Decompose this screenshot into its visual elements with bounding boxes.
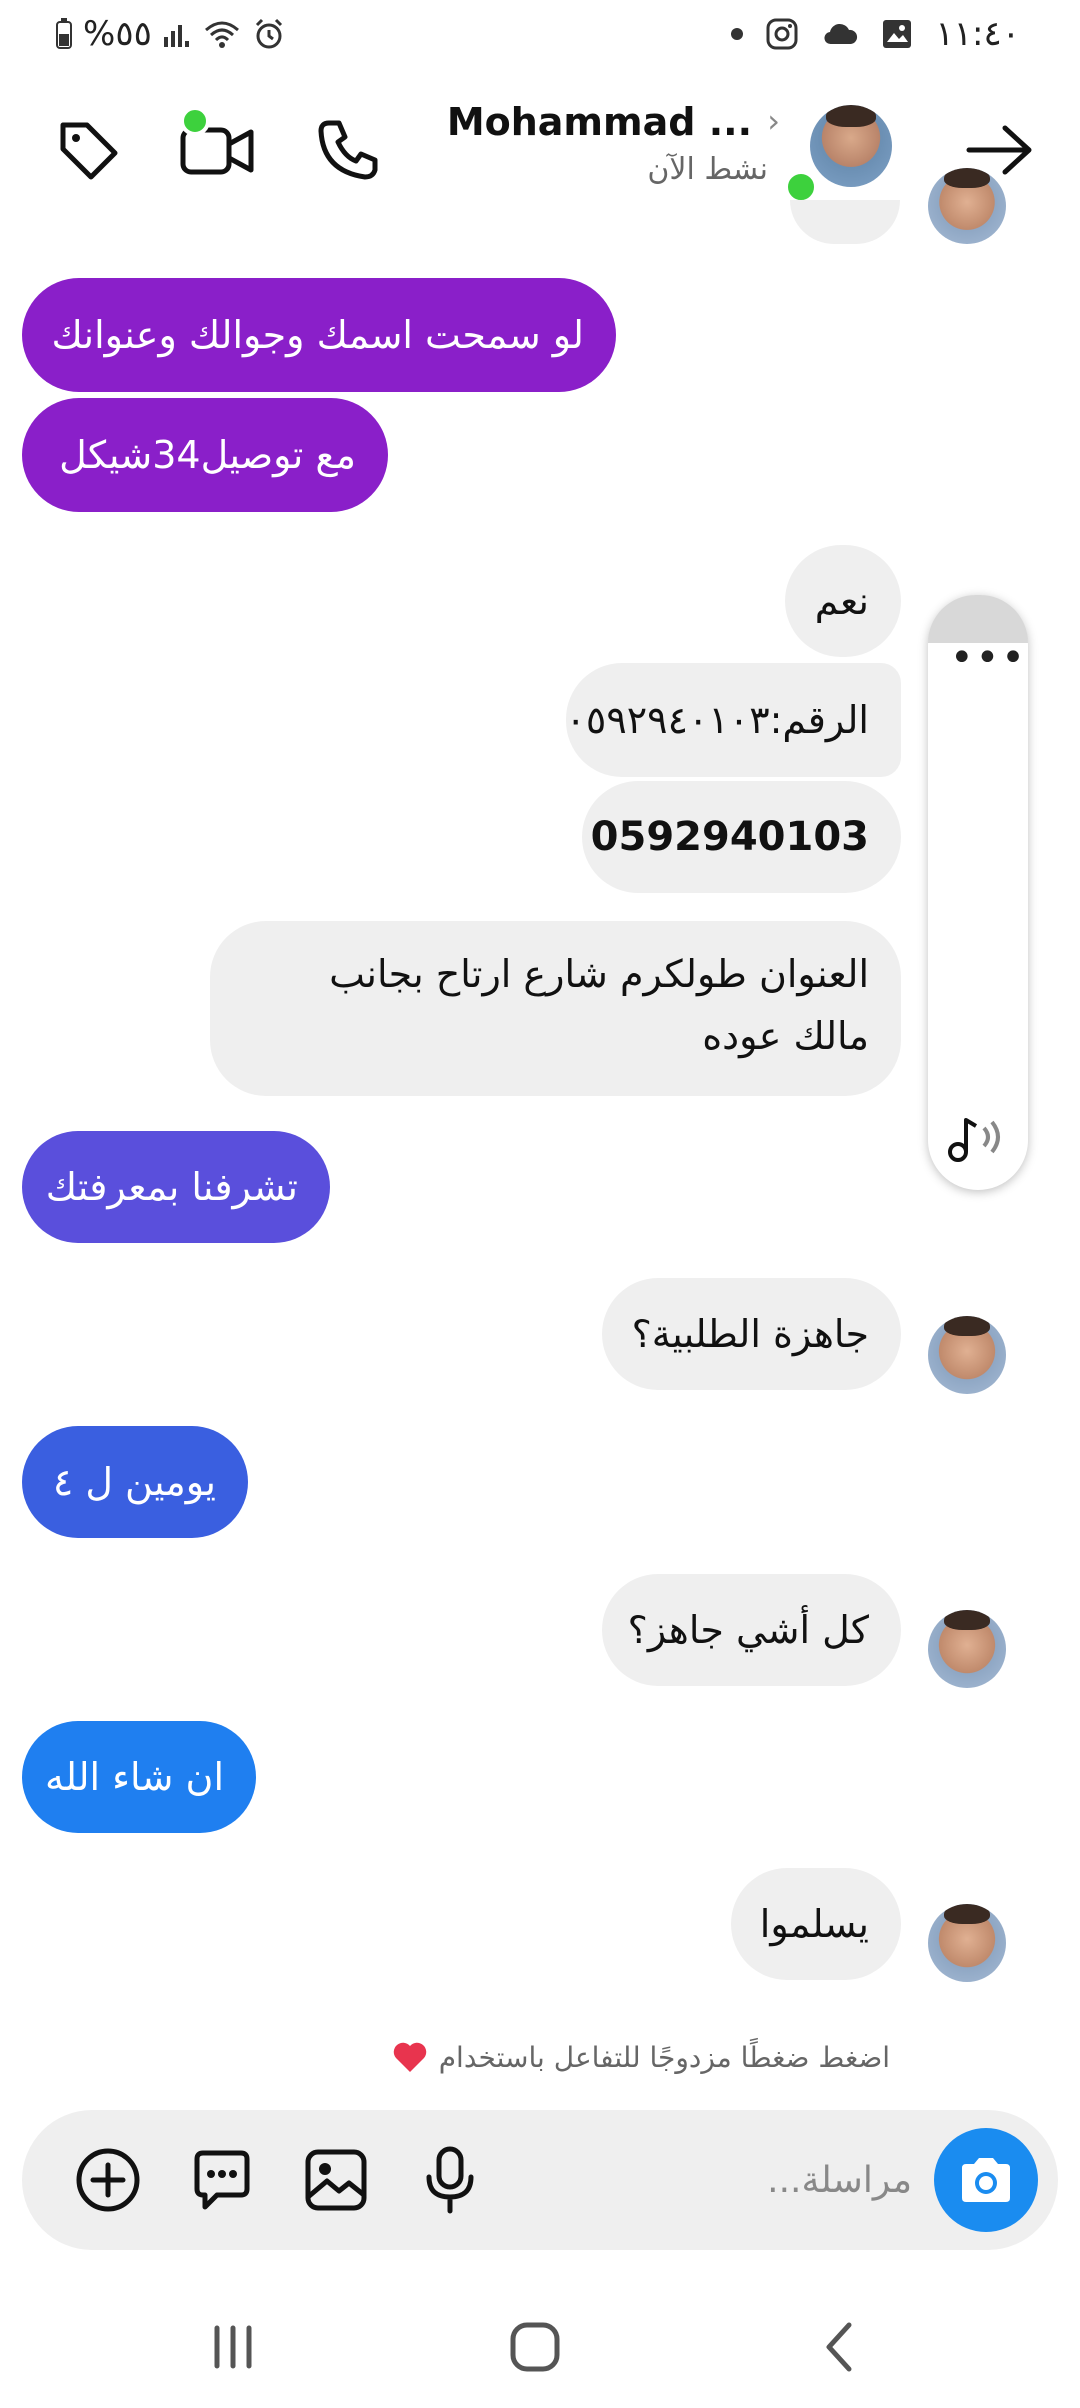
phone-call-icon[interactable] — [308, 110, 388, 190]
heart-icon — [393, 2042, 426, 2072]
battery-icon — [56, 18, 72, 49]
chevron-right-icon[interactable]: › — [767, 102, 780, 140]
message-bubble-incoming[interactable]: العنوان طولكرم شارع ارتاح بجانب مالك عود… — [210, 921, 901, 1096]
message-input[interactable] — [612, 2148, 912, 2212]
notification-dot-icon — [731, 28, 744, 40]
battery-percent: %٥٥ — [83, 14, 152, 54]
contact-avatar[interactable] — [810, 105, 892, 187]
home-icon[interactable] — [490, 2312, 580, 2382]
tag-icon[interactable] — [48, 110, 128, 190]
microphone-icon[interactable] — [414, 2144, 486, 2216]
chat-menu-icon[interactable] — [186, 2144, 258, 2216]
message-bubble-incoming[interactable]: 0592940103 — [582, 781, 901, 893]
message-bubble-outgoing[interactable]: ان شاء الله — [22, 1721, 256, 1833]
camera-icon — [962, 2158, 1010, 2202]
audio-wave-icon[interactable] — [946, 1110, 1010, 1168]
status-bar: %٥٥ ١١:٤٠ — [0, 0, 1080, 72]
message-bubble-outgoing[interactable]: يومين ل ٤ — [22, 1426, 248, 1538]
sender-avatar[interactable] — [928, 1610, 1006, 1688]
message-text: لو سمحت اسمك وجوالك وعنوانك — [51, 313, 584, 357]
wifi-icon — [204, 21, 239, 48]
alarm-icon — [255, 18, 282, 49]
gallery-notif-icon — [883, 20, 912, 48]
clock: ١١:٤٠ — [935, 14, 1020, 54]
cropped-bubble — [790, 200, 900, 244]
message-text: 0592940103 — [590, 814, 869, 860]
message-bubble-outgoing[interactable]: مع توصيل34شيكل — [22, 398, 388, 512]
contact-name[interactable]: Mohammad ... — [447, 100, 752, 144]
recent-apps-icon[interactable] — [188, 2312, 278, 2382]
cropped-avatar — [928, 168, 1006, 244]
contact-status: نشط الآن — [647, 152, 768, 187]
floating-side-panel[interactable]: ••• — [928, 595, 1028, 1190]
camera-button[interactable] — [934, 2128, 1038, 2232]
message-bubble-outgoing[interactable]: تشرفنا بمعرفتك — [22, 1131, 330, 1243]
status-left: %٥٥ — [55, 14, 286, 54]
message-text: يسلموا — [759, 1902, 869, 1946]
instagram-icon — [766, 18, 798, 50]
reaction-hint: اضغط ضغطًا مزدوجًا للتفاعل باستخدام — [391, 2040, 890, 2074]
message-text: نعم — [814, 579, 869, 623]
message-text: تشرفنا بمعرفتك — [45, 1165, 298, 1209]
message-composer — [22, 2110, 1058, 2250]
add-plus-icon[interactable] — [72, 2144, 144, 2216]
chat-header: Mohammad ... › نشط الآن — [0, 80, 1080, 220]
video-presence-dot — [180, 106, 210, 136]
sender-avatar[interactable] — [928, 1316, 1006, 1394]
message-bubble-incoming[interactable]: نعم — [785, 545, 901, 657]
cloud-icon — [824, 23, 858, 45]
message-text: يومين ل ٤ — [52, 1460, 216, 1504]
nav-back-icon[interactable] — [794, 2312, 884, 2382]
message-text: الرقم:٠٥٩٢٩٤٠١٠٣ — [565, 698, 869, 742]
message-text: العنوان طولكرم شارع ارتاح بجانب مالك عود… — [329, 952, 869, 1058]
message-bubble-incoming[interactable]: يسلموا — [731, 1868, 901, 1980]
status-right: ١١:٤٠ — [731, 14, 1020, 54]
gallery-icon[interactable] — [300, 2144, 372, 2216]
signal-icon — [163, 25, 189, 47]
message-text: جاهزة الطلبية؟ — [631, 1312, 869, 1356]
contact-presence-dot — [784, 170, 818, 204]
message-bubble-incoming[interactable]: كل أشي جاهز؟ — [602, 1574, 901, 1686]
message-text: ان شاء الله — [45, 1755, 224, 1799]
sender-avatar[interactable] — [928, 1904, 1006, 1982]
system-navbar — [0, 2290, 1080, 2408]
message-bubble-outgoing[interactable]: لو سمحت اسمك وجوالك وعنوانك — [22, 278, 616, 392]
message-bubble-incoming[interactable]: الرقم:٠٥٩٢٩٤٠١٠٣ — [566, 663, 901, 777]
message-bubble-incoming[interactable]: جاهزة الطلبية؟ — [602, 1278, 901, 1390]
hint-text: اضغط ضغطًا مزدوجًا للتفاعل باستخدام — [438, 2040, 890, 2074]
more-options-icon[interactable]: ••• — [950, 635, 1027, 681]
message-text: مع توصيل34شيكل — [59, 433, 356, 477]
message-text: كل أشي جاهز؟ — [627, 1608, 869, 1652]
